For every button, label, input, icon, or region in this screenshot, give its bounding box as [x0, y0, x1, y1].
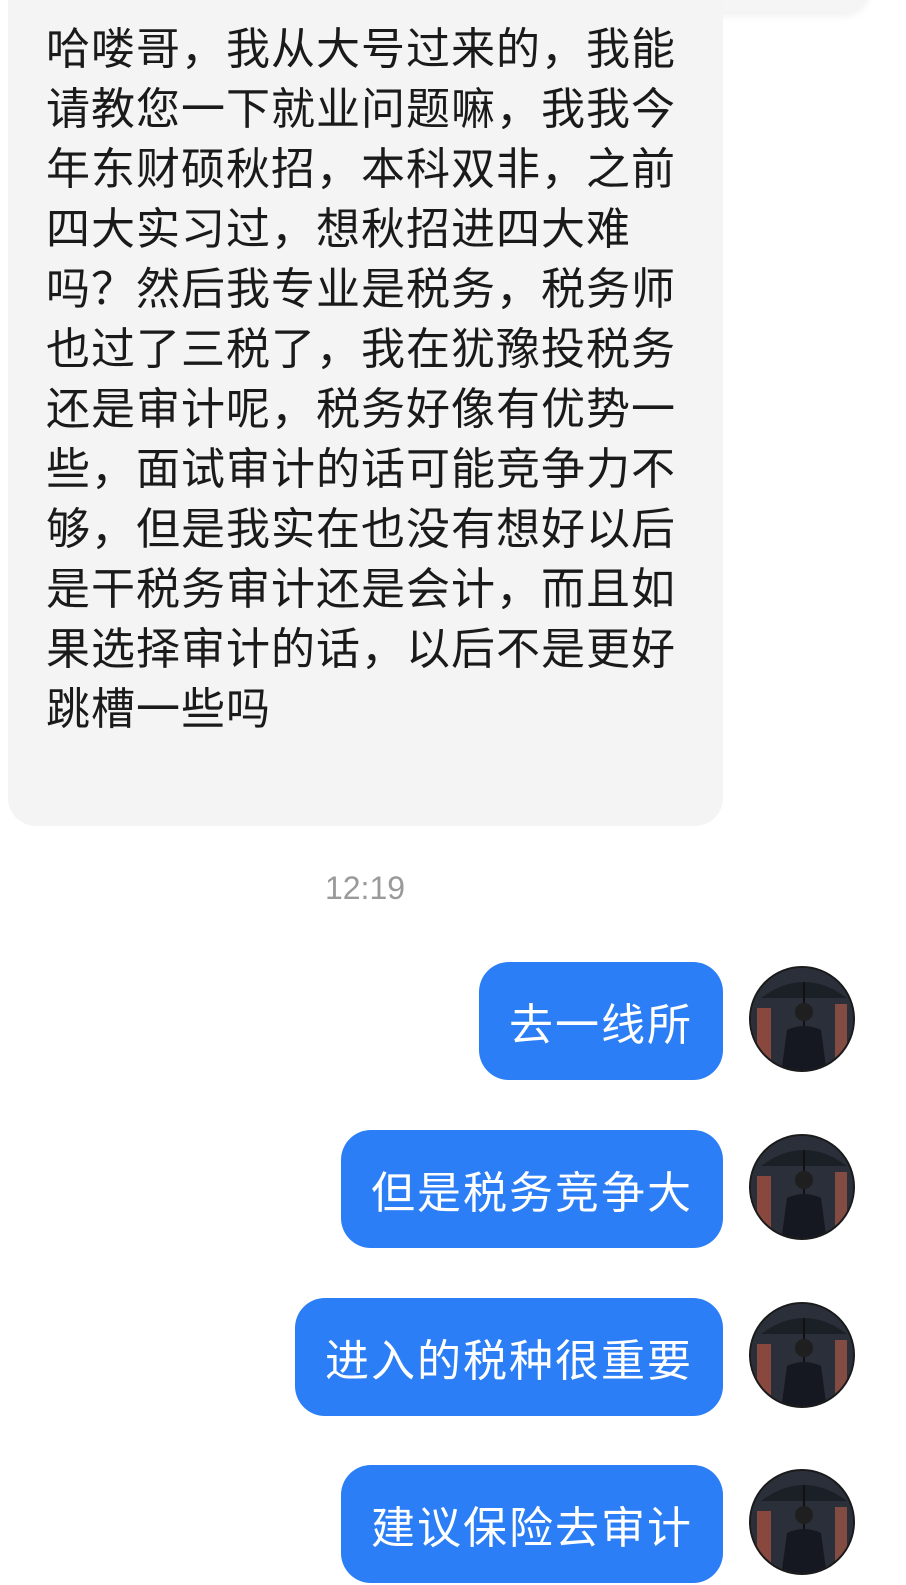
user-avatar[interactable] [749, 966, 855, 1072]
outgoing-message-text: 但是税务竞争大 [371, 1168, 693, 1219]
user-avatar[interactable] [749, 1469, 855, 1575]
outgoing-message-text: 建议保险去审计 [371, 1503, 693, 1554]
outgoing-message-bubble[interactable]: 进入的税种很重要 [295, 1298, 723, 1416]
outgoing-message-row: 建议保险去审计 [0, 1465, 906, 1585]
outgoing-message-row: 进入的税种很重要 [0, 1298, 906, 1418]
avatar-man-with-umbrella-icon [751, 1136, 853, 1238]
outgoing-message-row: 去一线所 [0, 962, 906, 1082]
incoming-message-bubble[interactable]: 哈喽哥，我从大号过来的，我能请教您一下就业问题嘛，我我今年东财硕秋招，本科双非，… [8, 0, 723, 826]
message-timestamp: 12:19 [324, 870, 406, 906]
outgoing-message-bubble[interactable]: 去一线所 [479, 962, 723, 1080]
outgoing-message-bubble[interactable]: 建议保险去审计 [341, 1465, 723, 1583]
outgoing-message-text: 去一线所 [509, 1000, 693, 1051]
outgoing-message-text: 进入的税种很重要 [325, 1336, 693, 1387]
incoming-message-text: 哈喽哥，我从大号过来的，我能请教您一下就业问题嘛，我我今年东财硕秋招，本科双非，… [46, 24, 676, 735]
avatar-man-with-umbrella-icon [751, 1471, 853, 1573]
avatar-man-with-umbrella-icon [751, 1304, 853, 1406]
user-avatar[interactable] [749, 1302, 855, 1408]
user-avatar[interactable] [749, 1134, 855, 1240]
outgoing-message-row: 但是税务竞争大 [0, 1130, 906, 1250]
avatar-man-with-umbrella-icon [751, 968, 853, 1070]
outgoing-message-bubble[interactable]: 但是税务竞争大 [341, 1130, 723, 1248]
